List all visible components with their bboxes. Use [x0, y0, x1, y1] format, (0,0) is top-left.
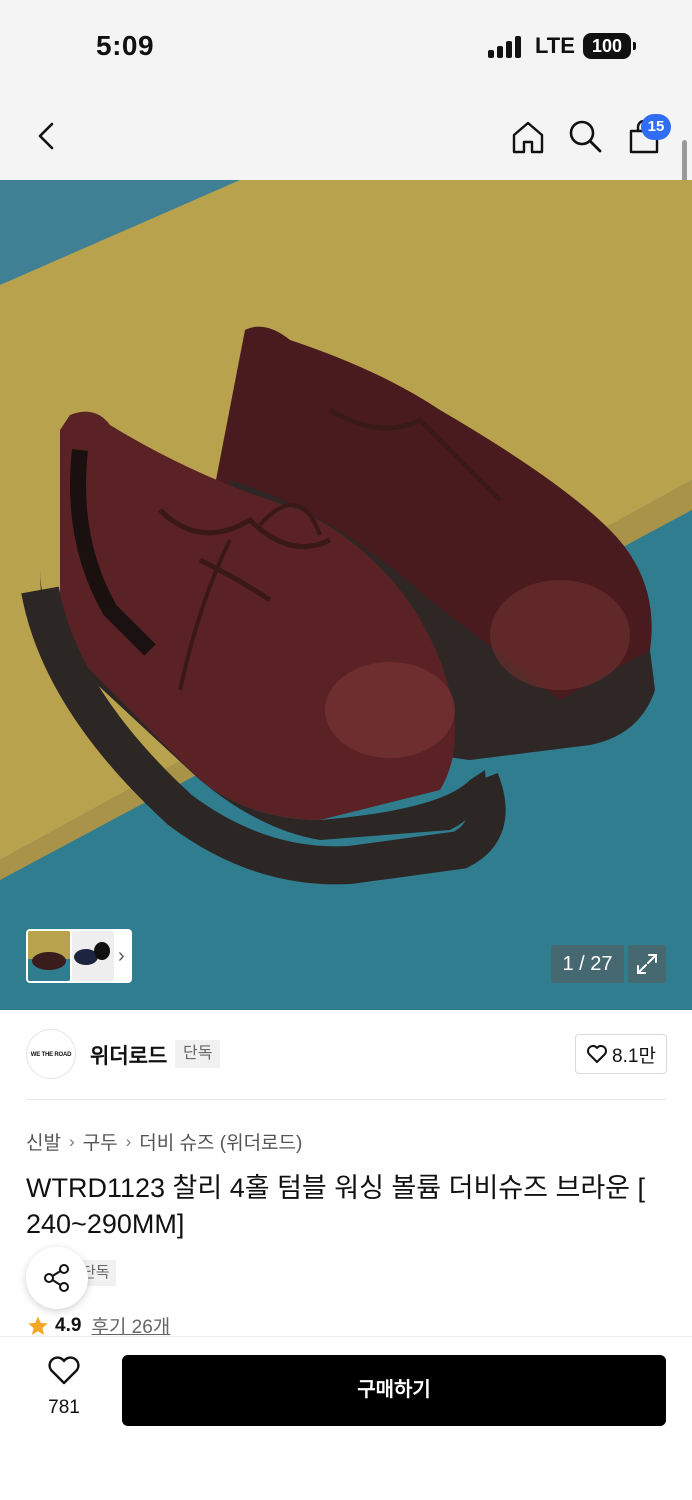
brand-like-button[interactable]: 8.1만	[575, 1034, 667, 1074]
status-bar: 5:09 LTE 100	[0, 0, 692, 96]
exclusive-badge: 단독	[175, 1040, 221, 1068]
back-icon[interactable]	[24, 114, 68, 158]
thumbnail-image[interactable]	[72, 931, 114, 981]
thumbnail-strip[interactable]: ›	[26, 929, 132, 983]
divider	[26, 1099, 666, 1100]
product-image[interactable]	[0, 180, 692, 1010]
image-counter: 1 / 27	[551, 945, 624, 983]
share-icon	[44, 1264, 69, 1292]
cart-count-badge: 15	[641, 114, 671, 140]
brand-logo[interactable]: WE THE ROAD	[26, 1029, 76, 1079]
breadcrumb-item[interactable]: 신발	[26, 1128, 61, 1155]
brand-name[interactable]: 위더로드	[90, 1040, 167, 1070]
home-icon[interactable]	[506, 115, 550, 159]
reviews-link[interactable]: 후기 26개	[91, 1312, 170, 1339]
product-title: WTRD1123 찰리 4홀 텀블 워싱 볼륨 더비슈즈 브라운 [ 240~2…	[26, 1173, 646, 1239]
breadcrumb-item[interactable]: 더비 슈즈 (위더로드)	[139, 1128, 302, 1155]
rating-value: 4.9	[55, 1314, 82, 1336]
chevron-right-icon[interactable]: ›	[118, 945, 125, 968]
search-icon[interactable]	[563, 114, 607, 158]
signal-icon	[488, 36, 524, 58]
battery-icon: 100	[583, 33, 636, 59]
wishlist-button[interactable]: 781	[30, 1356, 98, 1419]
heart-icon	[587, 1045, 608, 1063]
network-label: LTE	[535, 33, 575, 58]
share-button[interactable]	[26, 1247, 88, 1309]
wishlist-count: 781	[48, 1397, 80, 1418]
star-icon	[28, 1315, 48, 1335]
rating-row: 4.9 후기 26개	[27, 1312, 170, 1339]
status-time: 5:09	[96, 30, 155, 61]
thumbnail-image[interactable]	[28, 931, 70, 981]
chevron-right-icon: ›	[125, 1131, 132, 1151]
breadcrumb: 신발 › 구두 › 더비 슈즈 (위더로드)	[26, 1128, 302, 1155]
chevron-right-icon: ›	[68, 1131, 75, 1151]
brand-like-count: 8.1만	[612, 1045, 656, 1067]
expand-icon[interactable]	[628, 945, 666, 983]
heart-icon	[48, 1356, 80, 1385]
buy-button[interactable]: 구매하기	[122, 1355, 666, 1426]
breadcrumb-item[interactable]: 구두	[83, 1128, 118, 1155]
